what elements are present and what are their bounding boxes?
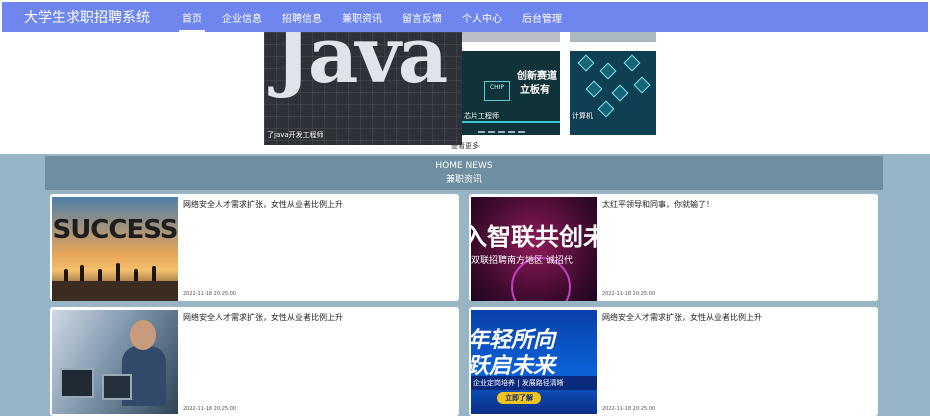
news-date: 2022-11-18 20:25:00 — [602, 406, 656, 412]
news-date: 2022-11-18 20:25:00 — [183, 291, 237, 297]
thumbnail-partial-top[interactable] — [570, 32, 656, 42]
nav-item-home[interactable]: 首页 — [179, 2, 205, 32]
news-image-success[interactable]: SUCCESS — [52, 197, 178, 301]
news-section-header: HOME NEWS 兼职资讯 — [45, 156, 883, 190]
news-card[interactable]: SUCCESS 网络安全人才需求扩张，女性从业者比例上升 2022-11-18 … — [50, 194, 459, 301]
cube-icon — [577, 54, 595, 72]
carousel-dot[interactable] — [498, 131, 505, 133]
thumbnail-headline: 创新赛道 — [517, 71, 557, 82]
news-card[interactable]: 年轻所向 跃启未来 企业定岗培养 | 发展路径清晰 立即了解 网络安全人才需求扩… — [469, 307, 878, 416]
thumbnail-subheadline: 立板有 — [520, 85, 550, 96]
news-image-office[interactable] — [52, 310, 178, 414]
thumbnail-caption: 计算机 — [572, 112, 593, 120]
cube-icon — [611, 84, 629, 102]
cube-icon — [623, 54, 641, 72]
java-word: Java — [274, 32, 448, 101]
featured-jobs-carousel: Java 了java开发工程师 CHIP 创新赛道 立板有 芯片工程师 计算机 — [0, 32, 930, 154]
carousel-dot[interactable] — [488, 131, 495, 133]
banner-subtext: 企业定岗培养 | 发展路径清晰 — [471, 376, 597, 390]
news-image-red-banner[interactable]: 入智联共创未 双联招聘南方地区 诚招代 — [471, 197, 597, 301]
banner-learn-more-button[interactable]: 立即了解 — [497, 392, 541, 404]
nav-item-profile[interactable]: 个人中心 — [462, 2, 502, 32]
news-image-blue-banner[interactable]: 年轻所向 跃启未来 企业定岗培养 | 发展路径清晰 立即了解 — [471, 310, 597, 414]
banner-subtext: 双联招聘南方地区 诚招代 — [471, 256, 573, 266]
nav-item-feedback[interactable]: 留言反馈 — [402, 2, 442, 32]
carousel-dot[interactable] — [478, 131, 485, 133]
news-date: 2022-11-18 20:25:00 — [183, 406, 237, 412]
nav-item-admin[interactable]: 后台管理 — [522, 2, 562, 32]
nav-menu: 首页 企业信息 招聘信息 兼职资讯 留言反馈 个人中心 后台管理 — [179, 2, 582, 32]
carousel-dot[interactable] — [508, 131, 515, 133]
banner-headline: 入智联共创未 — [471, 223, 597, 251]
carousel-indicators — [478, 131, 525, 133]
news-title[interactable]: 太红平领导和同事，你就输了！ — [602, 199, 714, 210]
featured-job-thumbnail-cubes[interactable]: 计算机 — [570, 51, 656, 135]
monitor-icon — [102, 374, 132, 400]
top-navbar: 大学生求职招聘系统 首页 企业信息 招聘信息 兼职资讯 留言反馈 个人中心 后台… — [2, 2, 928, 32]
news-card[interactable]: 网络安全人才需求扩张，女性从业者比例上升 2022-11-18 20:25:00 — [50, 307, 459, 416]
success-word: SUCCESS — [52, 215, 178, 245]
thumbnail-partial-top[interactable] — [462, 32, 560, 42]
news-title-cn: 兼职资讯 — [445, 175, 482, 185]
nav-item-jobs[interactable]: 招聘信息 — [282, 2, 322, 32]
site-brand[interactable]: 大学生求职招聘系统 — [24, 7, 174, 27]
nav-item-part-time-news[interactable]: 兼职资讯 — [342, 2, 382, 32]
monitor-icon — [60, 368, 94, 398]
chip-icon: CHIP — [484, 81, 510, 101]
view-more-link[interactable]: 查看更多 — [451, 141, 479, 151]
cube-icon — [585, 80, 603, 98]
nav-item-companies[interactable]: 企业信息 — [222, 2, 262, 32]
featured-job-image-java[interactable]: Java 了java开发工程师 — [264, 32, 462, 145]
news-section: HOME NEWS 兼职资讯 SUCCESS 网络安全人才需求扩张，女性从业者比… — [0, 154, 930, 416]
news-date: 2022-11-18 20:25:00 — [602, 291, 656, 297]
carousel-dot[interactable] — [518, 131, 525, 133]
page: 大学生求职招聘系统 首页 企业信息 招聘信息 兼职资讯 留言反馈 个人中心 后台… — [0, 0, 930, 416]
cube-icon — [597, 100, 615, 118]
thumbnail-caption: 芯片工程师 — [464, 112, 499, 120]
cube-icon — [633, 76, 651, 94]
ground-decor — [52, 281, 178, 301]
featured-job-thumbnail-chip[interactable]: CHIP 创新赛道 立板有 芯片工程师 — [462, 51, 560, 135]
featured-job-caption: 了java开发工程师 — [267, 131, 324, 139]
news-title-en: HOME NEWS — [435, 161, 493, 171]
cube-icon — [599, 62, 617, 80]
news-card[interactable]: 入智联共创未 双联招聘南方地区 诚招代 太红平领导和同事，你就输了！ 2022-… — [469, 194, 878, 301]
person-head — [130, 320, 156, 350]
news-title[interactable]: 网络安全人才需求扩张，女性从业者比例上升 — [183, 199, 343, 210]
news-title[interactable]: 网络安全人才需求扩张，女性从业者比例上升 — [183, 312, 343, 323]
person-silhouette-icon — [116, 263, 120, 283]
news-title[interactable]: 网络安全人才需求扩张，女性从业者比例上升 — [602, 312, 762, 323]
decorative-line — [462, 121, 560, 123]
